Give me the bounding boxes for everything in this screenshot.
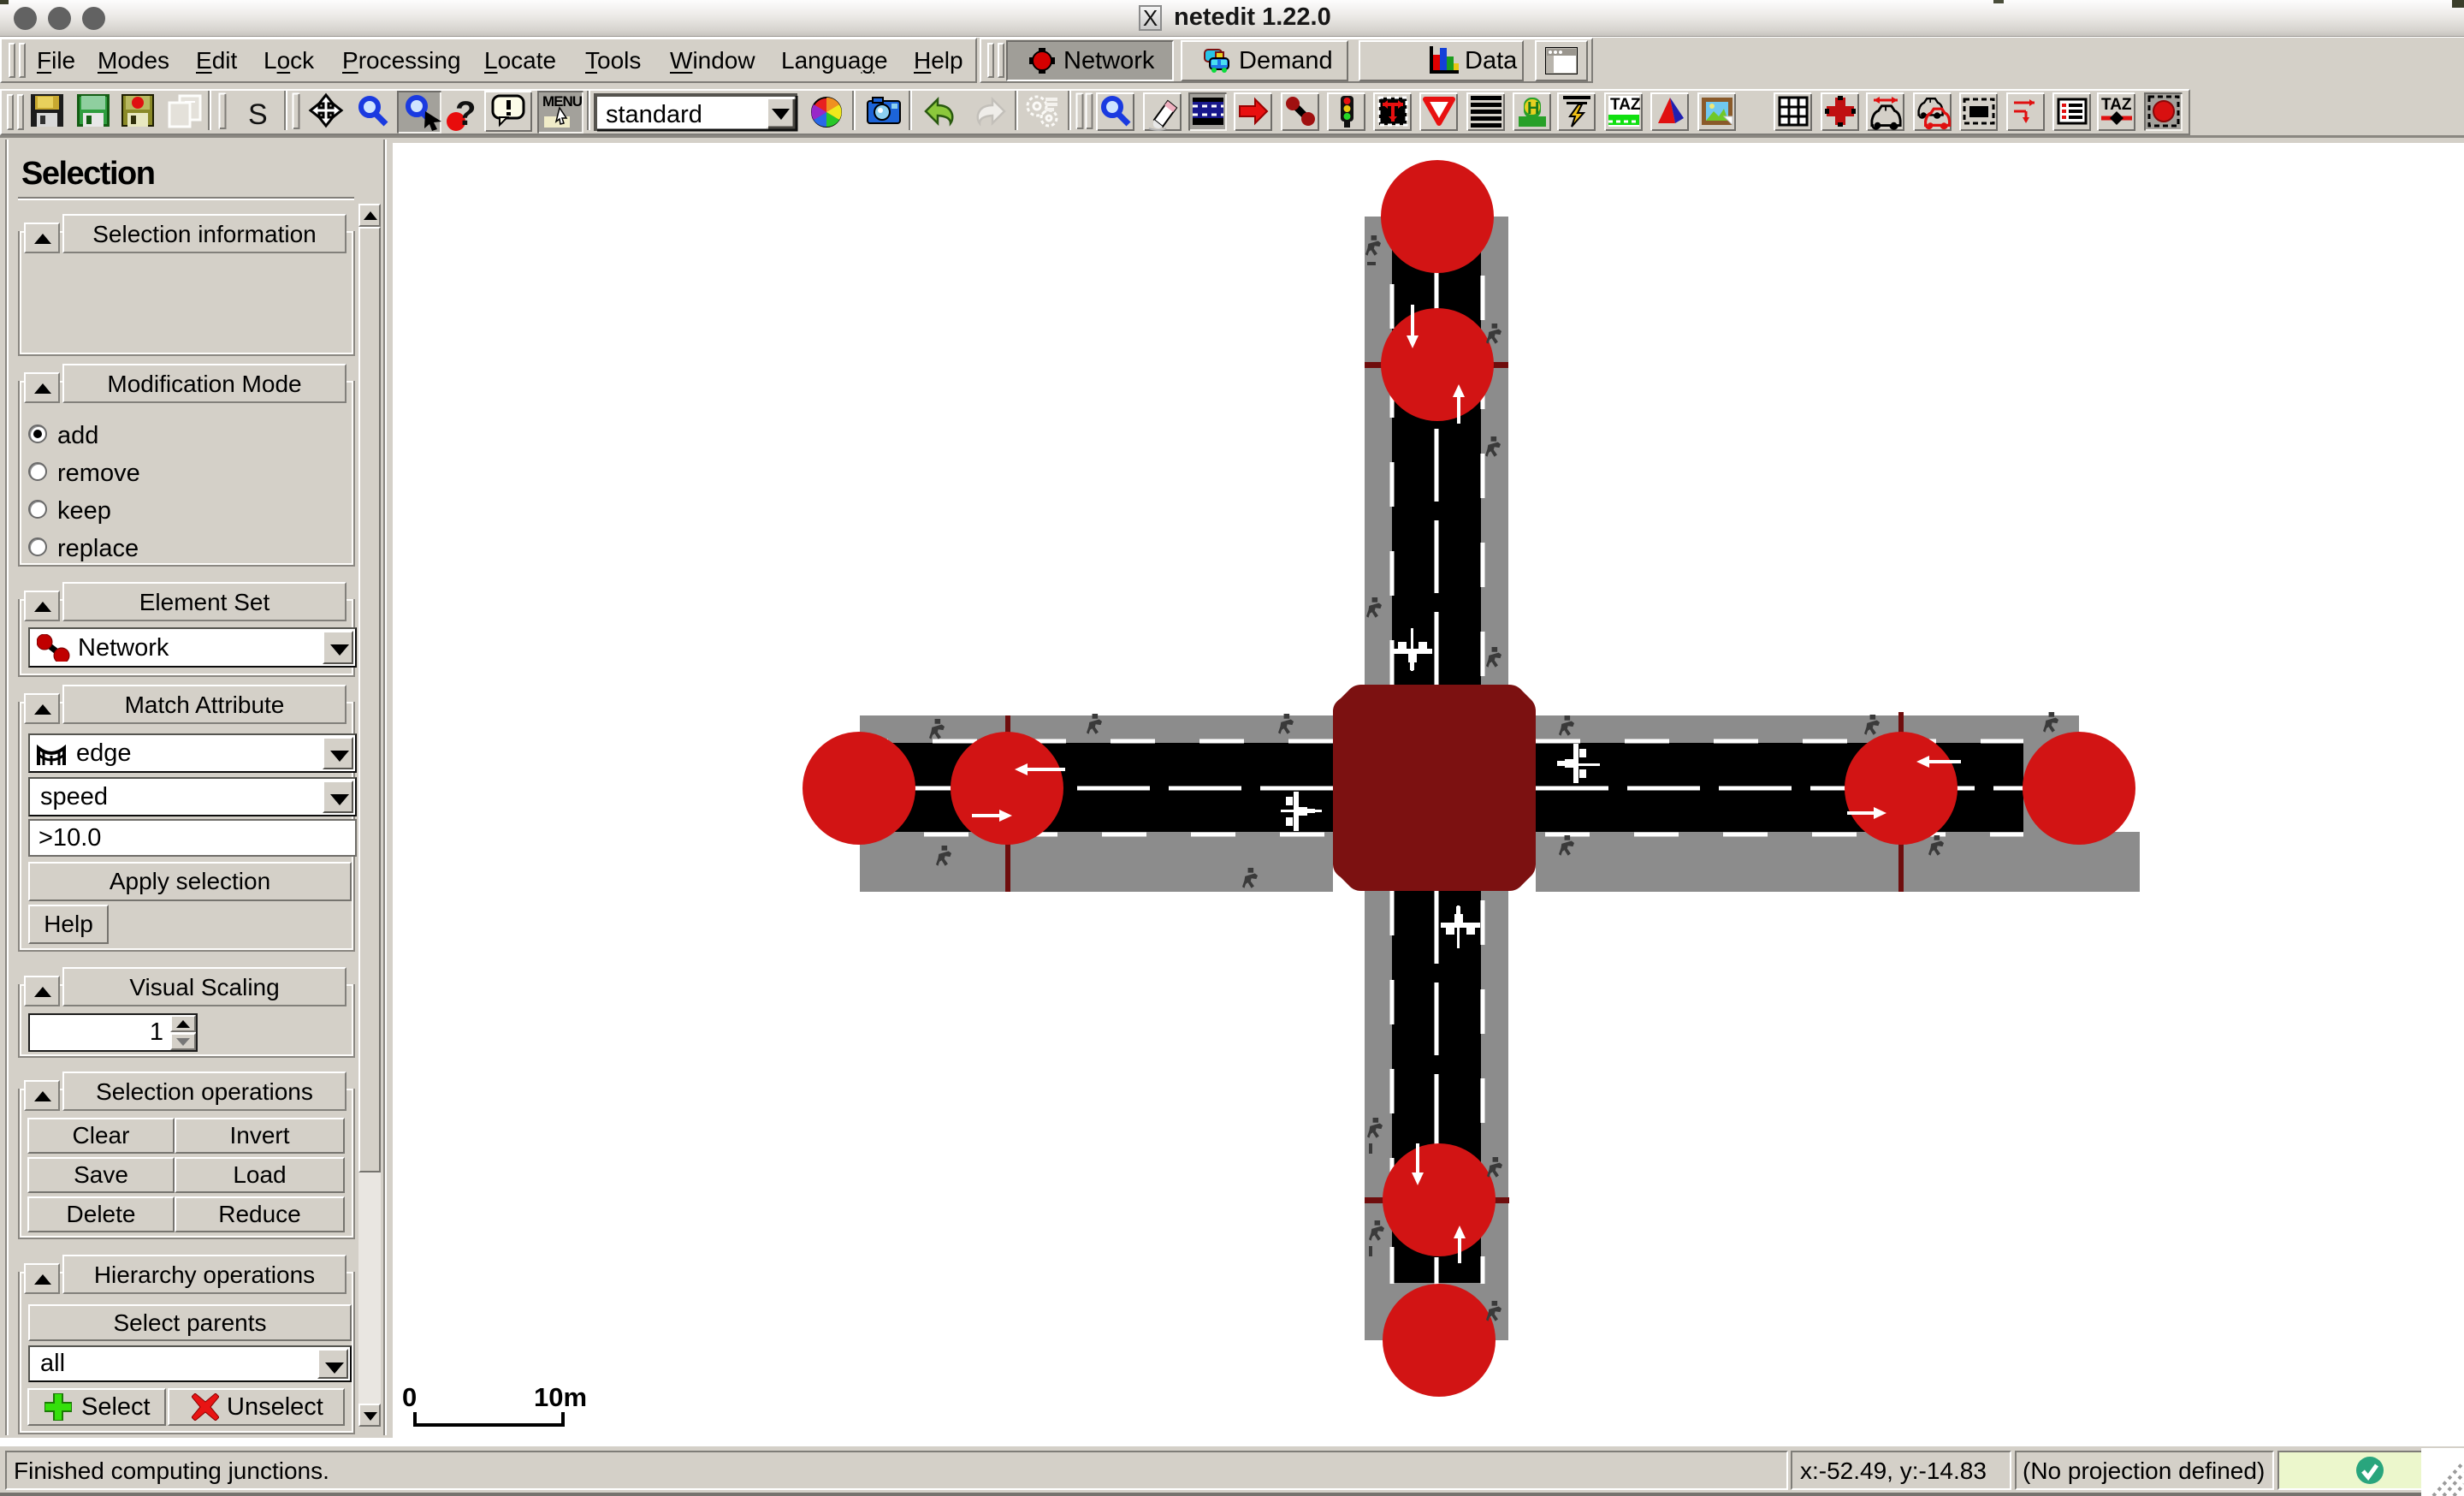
svg-text:TAZ: TAZ [1610, 96, 1641, 114]
svg-text:standard: standard [606, 101, 702, 128]
svg-text:H: H [1527, 99, 1539, 118]
svg-text:0: 0 [402, 1382, 417, 1412]
svg-text:S: S [248, 98, 268, 131]
svg-text:MENU: MENU [542, 93, 583, 110]
svg-text:10m: 10m [534, 1382, 587, 1412]
svg-text:?: ? [455, 95, 476, 133]
svg-text:TAZ: TAZ [2101, 96, 2132, 114]
